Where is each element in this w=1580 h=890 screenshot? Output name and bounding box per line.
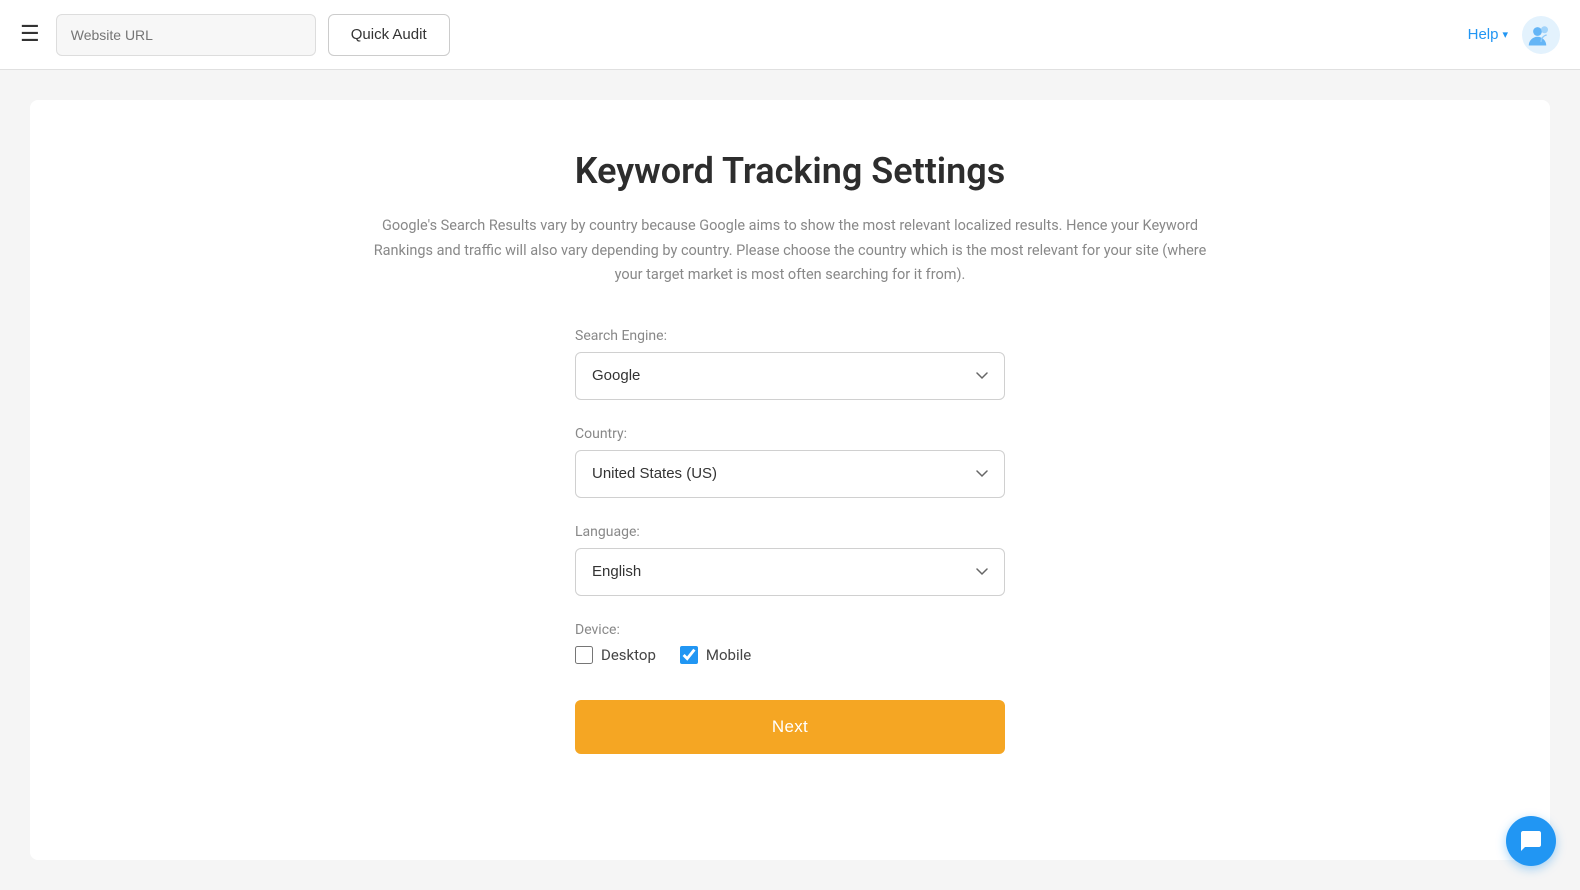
search-engine-group: Search Engine: Google Bing Yahoo: [575, 328, 1005, 400]
help-button[interactable]: Help ▾: [1468, 26, 1508, 43]
quick-audit-button[interactable]: Quick Audit: [328, 14, 450, 56]
country-group: Country: United States (US) United Kingd…: [575, 426, 1005, 498]
header: ☰ Quick Audit Help ▾: [0, 0, 1580, 70]
device-label: Device:: [575, 622, 1005, 638]
desktop-option[interactable]: Desktop: [575, 646, 656, 664]
next-button[interactable]: Next: [575, 700, 1005, 754]
country-select[interactable]: United States (US) United Kingdom (UK) C…: [575, 450, 1005, 498]
help-label: Help: [1468, 26, 1499, 43]
search-engine-label: Search Engine:: [575, 328, 1005, 344]
page-title: Keyword Tracking Settings: [575, 150, 1006, 192]
hamburger-icon[interactable]: ☰: [20, 24, 40, 46]
settings-card: Keyword Tracking Settings Google's Searc…: [30, 100, 1550, 860]
language-select[interactable]: English Spanish French German: [575, 548, 1005, 596]
avatar[interactable]: [1522, 16, 1560, 54]
device-options: Desktop Mobile: [575, 646, 1005, 664]
search-engine-select[interactable]: Google Bing Yahoo: [575, 352, 1005, 400]
desktop-checkbox[interactable]: [575, 646, 593, 664]
desktop-label: Desktop: [601, 646, 656, 664]
country-label: Country:: [575, 426, 1005, 442]
main-content: Keyword Tracking Settings Google's Searc…: [0, 70, 1580, 890]
chat-widget-button[interactable]: [1506, 816, 1556, 866]
header-right: Help ▾: [1468, 16, 1560, 54]
device-group: Device: Desktop Mobile: [575, 622, 1005, 664]
mobile-label: Mobile: [706, 646, 751, 664]
form-container: Search Engine: Google Bing Yahoo Country…: [575, 328, 1005, 754]
language-label: Language:: [575, 524, 1005, 540]
mobile-option[interactable]: Mobile: [680, 646, 751, 664]
mobile-checkbox[interactable]: [680, 646, 698, 664]
page-description: Google's Search Results vary by country …: [360, 214, 1220, 288]
language-group: Language: English Spanish French German: [575, 524, 1005, 596]
website-url-input[interactable]: [56, 14, 316, 56]
help-chevron-icon: ▾: [1502, 28, 1508, 41]
